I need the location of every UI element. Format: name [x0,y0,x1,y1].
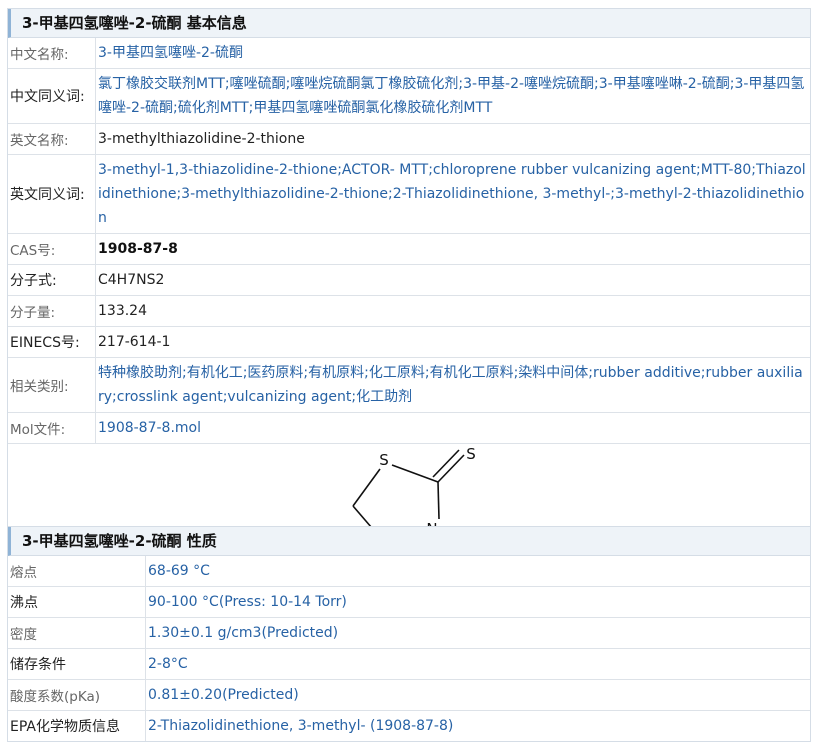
basic-info-section: 3-甲基四氢噻唑-2-硫酮 基本信息 中文名称: 3-甲基四氢噻唑-2-硫酮 中… [7,8,811,571]
row-cn-name: 中文名称: 3-甲基四氢噻唑-2-硫酮 [8,38,810,69]
cas-value: 1908-87-8 [98,241,178,257]
row-epa: EPA化学物质信息 2-Thiazolidinethione, 3-methyl… [8,711,810,741]
row-bp: 沸点 90-100 °C(Press: 10-14 Torr) [8,587,810,618]
cn-name-label: 中文名称: [8,38,96,68]
bond-c-s [391,464,439,483]
en-name-label: 英文名称: [8,124,96,154]
storage-label: 储存条件 [8,649,146,679]
row-pka: 酸度系数(pKa) 0.81±0.20(Predicted) [8,680,810,711]
density-value: 1.30±0.1 g/cm3(Predicted) [148,625,339,641]
storage-value: 2-8°C [148,656,188,672]
mw-label: 分子量: [8,296,96,326]
row-mp: 熔点 68-69 °C [8,556,810,587]
row-category: 相关类别: 特种橡胶助剂;有机化工;医药原料;有机原料;化工原料;有机化工原料;… [8,358,810,413]
category-label: 相关类别: [8,358,96,412]
einecs-value: 217-614-1 [98,334,171,350]
bond-n-c [437,481,440,520]
category-value[interactable]: 特种橡胶助剂;有机化工;医药原料;有机原料;化工原料;有机化工原料;染料中间体;… [96,358,810,412]
atom-s-thione: S [466,445,476,463]
properties-title: 3-甲基四氢噻唑-2-硫酮 性质 [8,527,810,556]
atom-s-ring: S [379,451,389,469]
mol-label: Mol文件: [8,413,96,443]
epa-value[interactable]: 2-Thiazolidinethione, 3-methyl- (1908-87… [146,711,810,741]
properties-section: 3-甲基四氢噻唑-2-硫酮 性质 熔点 68-69 °C 沸点 90-100 °… [7,526,811,742]
en-synonyms-value: 3-methyl-1,3-thiazolidine-2-thione;ACTOR… [98,162,806,226]
pka-label: 酸度系数(pKa) [8,680,146,710]
row-mol: Mol文件: 1908-87-8.mol [8,413,810,444]
en-synonyms-label: 英文同义词: [8,155,96,233]
epa-label: EPA化学物质信息 [8,711,146,741]
row-einecs: EINECS号: 217-614-1 [8,327,810,358]
pka-value: 0.81±0.20(Predicted) [148,687,299,703]
basic-info-title: 3-甲基四氢噻唑-2-硫酮 基本信息 [8,9,810,38]
cas-label: CAS号: [8,234,96,264]
en-name-value: 3-methylthiazolidine-2-thione [98,131,305,147]
row-en-name: 英文名称: 3-methylthiazolidine-2-thione [8,124,810,155]
row-mw: 分子量: 133.24 [8,296,810,327]
formula-value: C4H7NS2 [98,272,165,288]
bp-value: 90-100 °C(Press: 10-14 Torr) [148,594,347,610]
density-label: 密度 [8,618,146,648]
row-cn-synonyms: 中文同义词: 氯丁橡胶交联剂MTT;噻唑硫酮;噻唑烷硫酮氯丁橡胶硫化剂;3-甲基… [8,69,810,124]
mp-label: 熔点 [8,556,146,586]
row-formula: 分子式: C4H7NS2 [8,265,810,296]
bond-s-ch2 [352,468,381,507]
cn-synonyms-label: 中文同义词: [8,69,96,123]
bp-label: 沸点 [8,587,146,617]
row-cas: CAS号: 1908-87-8 [8,234,810,265]
mw-value: 133.24 [98,303,147,319]
row-density: 密度 1.30±0.1 g/cm3(Predicted) [8,618,810,649]
row-storage: 储存条件 2-8°C [8,649,810,680]
mp-value: 68-69 °C [148,563,210,579]
mol-value[interactable]: 1908-87-8.mol [96,413,810,443]
row-en-synonyms: 英文同义词: 3-methyl-1,3-thiazolidine-2-thion… [8,155,810,234]
cn-name-value[interactable]: 3-甲基四氢噻唑-2-硫酮 [96,38,810,68]
cn-synonyms-value: 氯丁橡胶交联剂MTT;噻唑硫酮;噻唑烷硫酮氯丁橡胶硫化剂;3-甲基-2-噻唑烷硫… [98,76,805,116]
einecs-label: EINECS号: [8,327,96,357]
formula-label: 分子式: [8,265,96,295]
